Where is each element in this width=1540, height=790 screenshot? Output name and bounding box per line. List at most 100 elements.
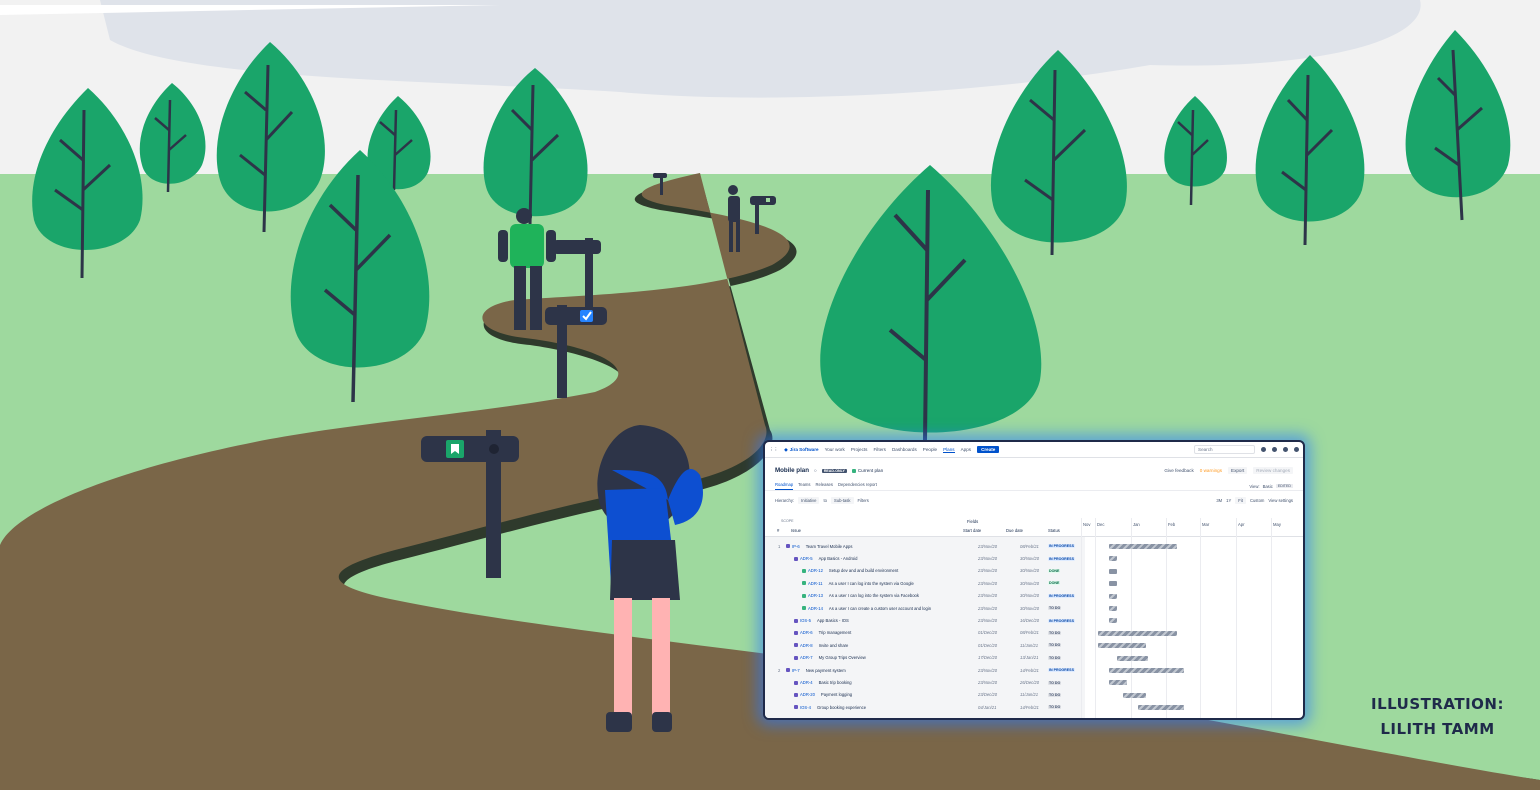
issue-key[interactable]: IP-6	[792, 544, 800, 549]
start-date[interactable]: 23/Nov/20	[978, 568, 997, 573]
table-row[interactable]: 2 IP-7 New payment system 23/Nov/20 14/Feb/2…	[765, 664, 1303, 676]
nav-dashboards[interactable]: Dashboards	[892, 447, 917, 452]
zoom-1y-button[interactable]: 1Y	[1226, 498, 1231, 503]
issue-key[interactable]: IOS-4	[800, 705, 811, 710]
start-date[interactable]: 23/Nov/20	[978, 581, 997, 586]
timeline-bar[interactable]	[1109, 593, 1118, 599]
due-date[interactable]: 14/Feb/21	[1020, 668, 1039, 673]
timeline-bar[interactable]	[1109, 544, 1178, 549]
nav-filters[interactable]: Filters	[873, 447, 886, 452]
timeline-bar[interactable]	[1109, 556, 1118, 562]
status-badge[interactable]: TO DO	[1048, 705, 1062, 710]
start-date[interactable]: 23/Nov/20	[978, 593, 997, 598]
due-date[interactable]: 26/Dec/20	[1020, 680, 1039, 685]
status-badge[interactable]: TO DO	[1048, 655, 1062, 660]
table-row[interactable]: ADR-11 As a user I can log into the syste…	[765, 577, 1303, 589]
due-date[interactable]: 11/Jan/21	[1020, 643, 1038, 648]
jira-logo[interactable]: ◆ Jira Software	[784, 447, 818, 453]
issue-key[interactable]: IOS-5	[800, 618, 811, 623]
issue-key[interactable]: ADR-8	[800, 643, 813, 648]
issue-key[interactable]: ADR-4	[800, 680, 813, 685]
table-row[interactable]: ADR-8 Invite and share 01/Dec/20 11/Jan/21 T…	[765, 639, 1303, 651]
zoom-fit-button[interactable]: Fit	[1235, 497, 1246, 504]
table-row[interactable]: ADR-12 Setup dev and and build environmen…	[765, 565, 1303, 577]
table-row[interactable]: ADR-13 As a user I can log into the syste…	[765, 590, 1303, 602]
due-date-header[interactable]: Due date	[1006, 528, 1023, 533]
start-date[interactable]: 23/Nov/20	[978, 680, 997, 685]
timeline-bar[interactable]	[1109, 581, 1118, 587]
tab-teams[interactable]: Teams	[798, 482, 810, 490]
custom-range-select[interactable]: Custom	[1250, 498, 1264, 503]
due-date[interactable]: 30/Nov/20	[1020, 581, 1039, 586]
due-date[interactable]: 30/Nov/20	[1020, 568, 1039, 573]
plan-info-icon[interactable]: ○	[814, 468, 817, 473]
due-date[interactable]: 08/Feb/21	[1020, 544, 1039, 549]
give-feedback-button[interactable]: Give feedback	[1164, 468, 1193, 473]
issue-key[interactable]: ADR-14	[808, 606, 823, 611]
tab-dependencies-report[interactable]: Dependencies report	[838, 482, 877, 490]
search-input[interactable]: Search	[1194, 445, 1255, 454]
issue-key[interactable]: IP-7	[792, 668, 800, 673]
start-date[interactable]: 23/Nov/20	[978, 556, 997, 561]
start-date[interactable]: 01/Dec/20	[978, 643, 997, 648]
view-selector[interactable]: View: Basic EDITED	[1249, 482, 1293, 490]
status-badge[interactable]: TO DO	[1048, 692, 1062, 697]
nav-people[interactable]: People	[923, 447, 937, 452]
timeline-bar[interactable]	[1116, 655, 1148, 661]
notifications-icon[interactable]	[1261, 447, 1266, 452]
start-date[interactable]: 23/Nov/20	[978, 544, 997, 549]
status-badge[interactable]: TO DO	[1048, 643, 1062, 648]
status-badge[interactable]: DONE	[1048, 581, 1061, 586]
app-switcher-icon[interactable]: ⋮⋮	[769, 447, 778, 453]
review-changes-button[interactable]: Review changes	[1253, 467, 1293, 474]
start-date[interactable]: 17/Dec/20	[978, 655, 997, 660]
status-badge[interactable]: IN PROGRESS	[1048, 668, 1075, 673]
status-badge[interactable]: IN PROGRESS	[1048, 556, 1075, 561]
hierarchy-to-select[interactable]: Sub-task	[830, 497, 854, 504]
filters-button[interactable]: Filters	[858, 498, 869, 503]
nav-your-work[interactable]: Your work	[825, 447, 845, 452]
timeline-bar[interactable]	[1109, 568, 1118, 574]
table-row[interactable]: ADR-4 Basic trip booking 23/Nov/20 26/Dec/2…	[765, 676, 1303, 688]
due-date[interactable]: 16/Dec/20	[1020, 618, 1039, 623]
table-row[interactable]: ADR-5 App Basics - Android 23/Nov/20 30/Nov…	[765, 552, 1303, 564]
table-row[interactable]: IOS-4 Group booking experience 04/Jan/21 14…	[765, 701, 1303, 713]
timeline-bar[interactable]	[1109, 606, 1118, 611]
start-date[interactable]: 01/Dec/20	[978, 630, 997, 635]
due-date[interactable]: 13/Jan/21	[1020, 655, 1038, 660]
issue-key[interactable]: ADR-12	[808, 568, 823, 573]
table-row[interactable]: ADR-6 Trip management 01/Dec/20 08/Feb/21 TO…	[765, 627, 1303, 639]
table-row[interactable]: 1 IP-6 Team Travel Mobile Apps 23/Nov/20 08/…	[765, 540, 1303, 552]
due-date[interactable]: 11/Jan/21	[1020, 692, 1038, 697]
status-badge[interactable]: TO DO	[1048, 606, 1062, 611]
create-button[interactable]: Create	[977, 446, 1000, 453]
tab-releases[interactable]: Releases	[816, 482, 833, 490]
status-header[interactable]: Status	[1048, 528, 1060, 533]
start-date[interactable]: 04/Jan/21	[978, 705, 996, 710]
due-date[interactable]: 30/Nov/20	[1020, 606, 1039, 611]
issue-key[interactable]: ADR-11	[808, 581, 823, 586]
warnings-button[interactable]: 0 warnings	[1200, 468, 1222, 473]
table-row[interactable]: ADR-20 Payment logging 23/Dec/20 11/Jan/21 T…	[765, 689, 1303, 701]
nav-projects[interactable]: Projects	[851, 447, 868, 452]
status-badge[interactable]: IN PROGRESS	[1048, 544, 1075, 549]
issue-key[interactable]: ADR-5	[800, 556, 813, 561]
due-date[interactable]: 14/Feb/21	[1020, 705, 1039, 710]
due-date[interactable]: 08/Feb/21	[1020, 630, 1039, 635]
timeline-bar[interactable]	[1098, 630, 1178, 636]
due-date[interactable]: 30/Nov/20	[1020, 593, 1039, 598]
status-badge[interactable]: TO DO	[1048, 630, 1062, 635]
export-button[interactable]: Export	[1228, 467, 1248, 474]
avatar[interactable]	[1294, 447, 1299, 452]
status-badge[interactable]: IN PROGRESS	[1048, 593, 1075, 598]
nav-apps[interactable]: Apps	[961, 447, 971, 452]
zoom-3m-button[interactable]: 3M	[1216, 498, 1222, 503]
start-date-header[interactable]: Start date	[963, 528, 981, 533]
timeline-bar[interactable]	[1109, 680, 1127, 686]
nav-plans[interactable]: Plans	[943, 447, 955, 453]
issue-key[interactable]: ADR-13	[808, 593, 823, 598]
issue-key[interactable]: ADR-7	[800, 655, 813, 660]
start-date[interactable]: 23/Dec/20	[978, 692, 997, 697]
start-date[interactable]: 23/Nov/20	[978, 668, 997, 673]
timeline-bar[interactable]	[1109, 618, 1118, 624]
